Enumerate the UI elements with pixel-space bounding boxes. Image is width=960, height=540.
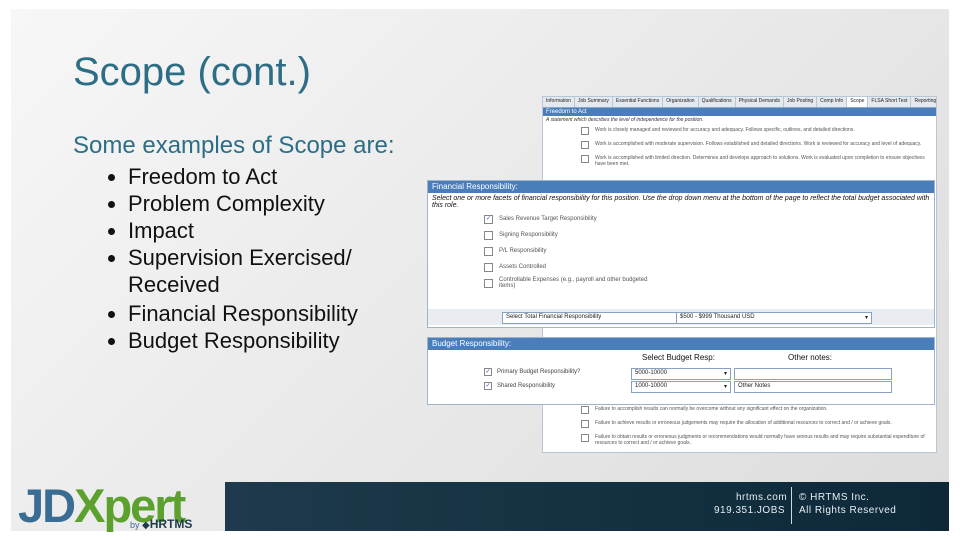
budget-row-primary[interactable]: ✓ Primary Budget Responsibility? xyxy=(484,368,580,376)
budget-panel: Budget Responsibility: Select Budget Res… xyxy=(427,337,935,405)
chevron-down-icon: ▾ xyxy=(864,315,868,321)
tab-bar: Information Job Summary Essential Functi… xyxy=(543,97,936,108)
financial-option[interactable]: ✓ Sales Revenue Target Responsibility xyxy=(484,211,934,227)
bullet-problem: Problem Complexity xyxy=(128,190,428,217)
footer-phone: 919.351.JOBS xyxy=(714,505,786,516)
financial-select[interactable]: $500 - $999 Thousand USD ▾ xyxy=(676,312,872,324)
bullet-freedom: Freedom to Act xyxy=(128,163,428,190)
impact-option[interactable]: Failure to achieve results or erroneous … xyxy=(543,417,936,431)
logo-byline: by ◆HRTMS xyxy=(130,517,193,531)
tab-reporting[interactable]: Reporting xyxy=(911,97,936,107)
tab-flsa[interactable]: FLSA Short Test xyxy=(868,97,912,107)
bullet-supervision: Supervision Exercised/ Received xyxy=(128,244,428,298)
tab-organization[interactable]: Organization xyxy=(663,97,699,107)
checkbox[interactable] xyxy=(484,278,493,288)
budget-header: Budget Responsibility: xyxy=(428,338,934,350)
budget-row-shared[interactable]: ✓ Shared Responsibility xyxy=(484,382,555,390)
slide-intro: Some examples of Scope are: xyxy=(73,132,395,159)
financial-select-row: Select Total Financial Responsibility $5… xyxy=(428,309,934,325)
jdxpert-logo: JDXpert by ◆HRTMS xyxy=(18,479,193,532)
freedom-option[interactable]: Work is closely managed and reviewed for… xyxy=(543,124,936,138)
footer-bar: hrtms.com 919.351.JOBS © HRTMS Inc. All … xyxy=(225,482,949,531)
checkbox[interactable] xyxy=(484,230,493,240)
tab-physical-demands[interactable]: Physical Demands xyxy=(736,97,784,107)
checkbox-checked[interactable]: ✓ xyxy=(484,368,492,376)
checkbox[interactable] xyxy=(581,155,589,163)
bullet-list-2: Financial Responsibility Budget Responsi… xyxy=(106,300,428,354)
checkbox[interactable] xyxy=(581,420,589,428)
checkbox[interactable] xyxy=(581,141,589,149)
checkbox[interactable] xyxy=(484,246,493,256)
checkbox[interactable] xyxy=(581,406,589,414)
financial-option[interactable]: Controllable Expenses (e.g., payroll and… xyxy=(484,275,934,291)
freedom-header: Freedom to Act xyxy=(543,108,936,116)
chevron-down-icon: ▾ xyxy=(723,384,727,390)
tab-information[interactable]: Information xyxy=(543,97,576,107)
checkbox-checked[interactable]: ✓ xyxy=(484,214,493,224)
tab-comp-info[interactable]: Comp Info xyxy=(817,97,848,107)
budget-col2: Other notes: xyxy=(788,353,833,362)
checkbox[interactable] xyxy=(581,127,589,135)
bullet-budget: Budget Responsibility xyxy=(128,327,428,354)
tab-job-summary[interactable]: Job Summary xyxy=(575,97,613,107)
impact-options: Failure to accomplish results can normal… xyxy=(543,403,936,449)
financial-option[interactable]: P/L Responsibility xyxy=(484,243,934,259)
footer-rights: All Rights Reserved xyxy=(799,505,897,516)
financial-option[interactable]: Signing Responsibility xyxy=(484,227,934,243)
impact-option[interactable]: Failure to obtain results or erroneous j… xyxy=(543,431,936,449)
bullet-financial: Financial Responsibility xyxy=(128,300,428,327)
tab-qualifications[interactable]: Qualifications xyxy=(699,97,736,107)
budget-col1: Select Budget Resp: xyxy=(642,353,715,362)
impact-option[interactable]: Failure to accomplish results can normal… xyxy=(543,403,936,417)
freedom-sub: A statement which describes the level of… xyxy=(546,117,704,123)
slide-title: Scope (cont.) xyxy=(73,50,311,94)
budget-note-shared[interactable]: Other Notes xyxy=(734,381,892,393)
budget-note-primary[interactable] xyxy=(734,368,892,380)
tab-essential-functions[interactable]: Essential Functions xyxy=(613,97,664,107)
footer-site: hrtms.com xyxy=(736,492,788,503)
financial-panel: Financial Responsibility: Select one or … xyxy=(427,180,935,328)
hrtms-mark-icon: ◆ xyxy=(142,520,150,531)
financial-desc: Select one or more facets of financial r… xyxy=(432,195,930,209)
bullet-impact: Impact xyxy=(128,217,428,244)
footer-copyright: © HRTMS Inc. xyxy=(799,492,870,503)
checkbox-checked[interactable]: ✓ xyxy=(484,382,492,390)
tab-scope[interactable]: Scope xyxy=(847,97,869,107)
tab-job-posting[interactable]: Job Posting xyxy=(784,97,818,107)
footer-divider xyxy=(791,487,792,524)
checkbox[interactable] xyxy=(581,434,589,442)
financial-option[interactable]: Assets Controlled xyxy=(484,259,934,275)
chevron-down-icon: ▾ xyxy=(723,371,727,377)
bullet-list: Freedom to Act Problem Complexity Impact… xyxy=(106,163,428,298)
freedom-option[interactable]: Work is accomplished with limited direct… xyxy=(543,152,936,170)
freedom-option[interactable]: Work is accomplished with moderate super… xyxy=(543,138,936,152)
checkbox[interactable] xyxy=(484,262,493,272)
financial-header: Financial Responsibility: xyxy=(428,181,934,193)
budget-select-shared[interactable]: 1000-10000 ▾ xyxy=(631,381,731,393)
budget-select-primary[interactable]: 5000-10000 ▾ xyxy=(631,368,731,380)
financial-select-label: Select Total Financial Responsibility xyxy=(502,312,678,324)
